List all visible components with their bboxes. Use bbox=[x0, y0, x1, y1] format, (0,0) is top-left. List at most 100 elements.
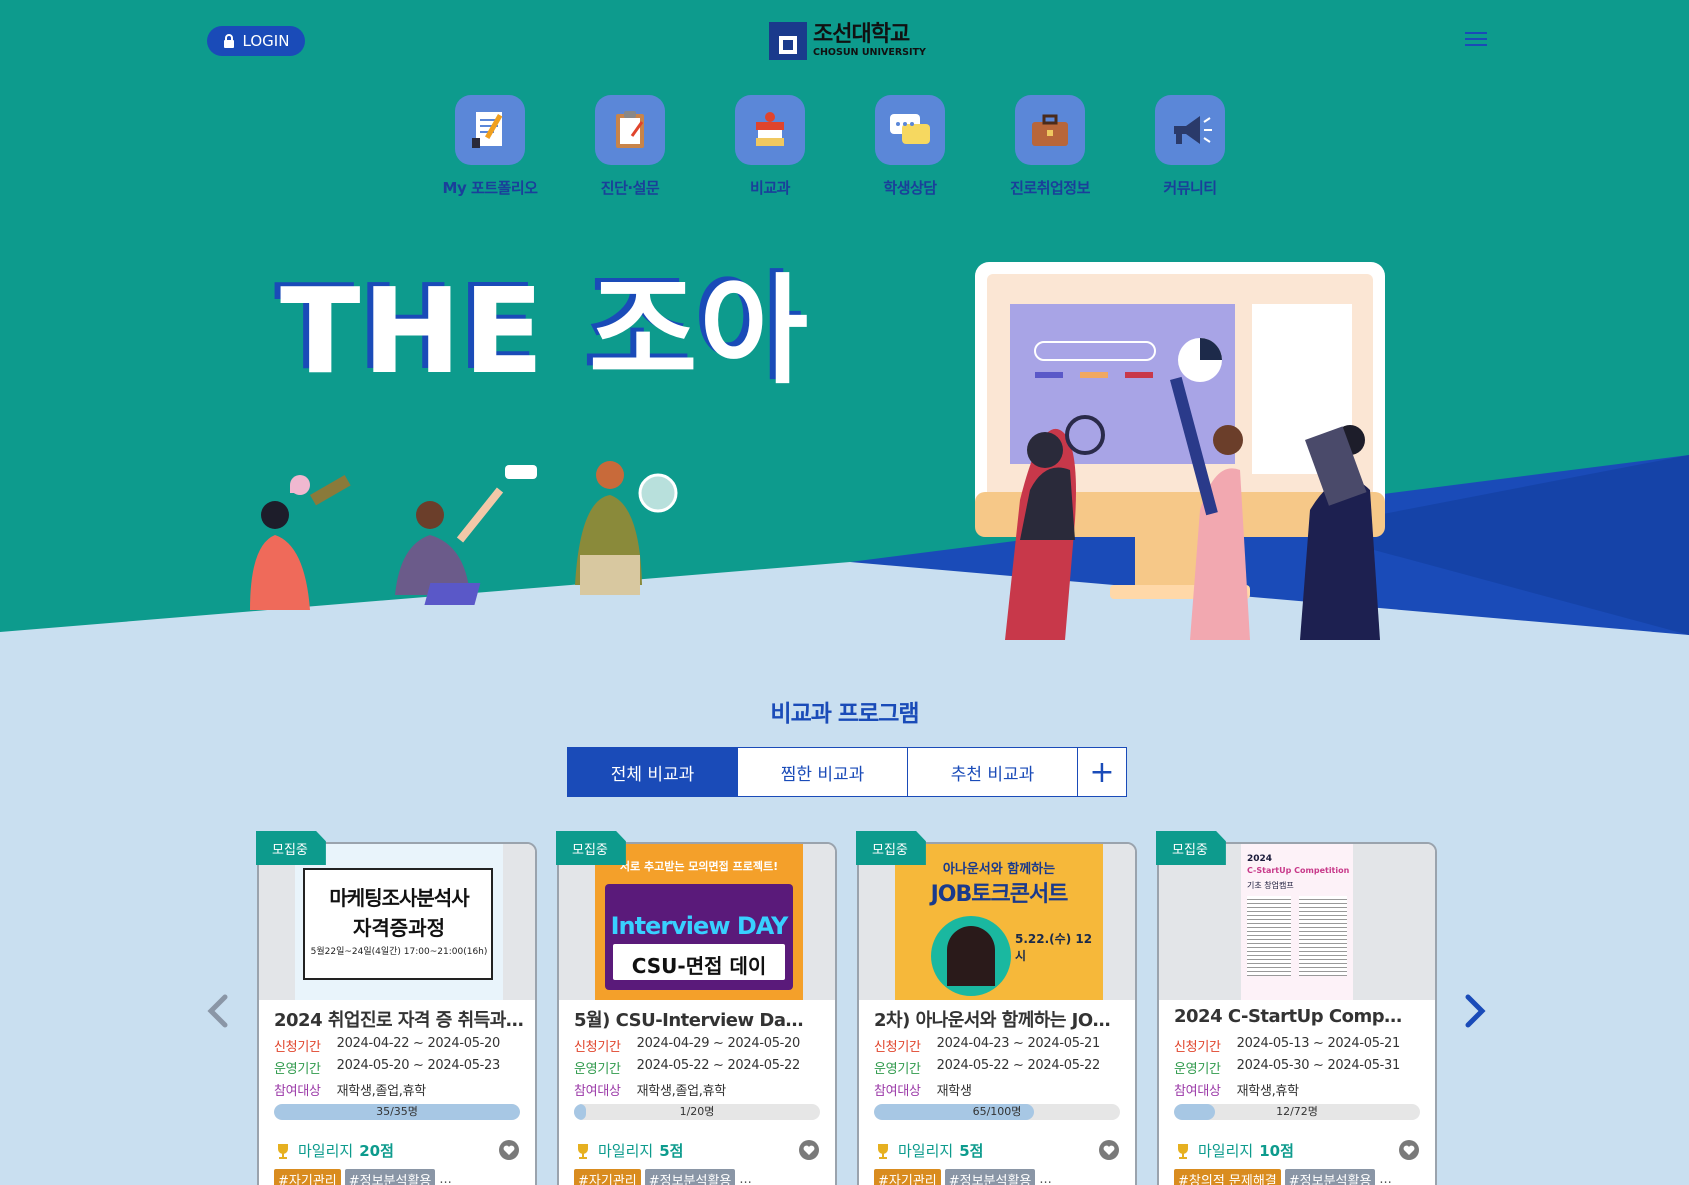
card-thumbnail: 아나운서와 함께하는 JOB토크콘서트 5.22.(수) 12시 bbox=[859, 844, 1135, 1000]
mileage: 마일리지 5점 bbox=[574, 1140, 683, 1161]
heart-icon[interactable] bbox=[1099, 1140, 1119, 1160]
tag[interactable]: #자기관리 bbox=[874, 1169, 941, 1185]
capacity-bar: 1/20명 bbox=[574, 1104, 820, 1120]
login-button[interactable]: LOGIN bbox=[207, 26, 305, 56]
run-label: 운영기간 bbox=[574, 1062, 621, 1077]
tag[interactable]: #정보분석활용 bbox=[1284, 1169, 1376, 1185]
poster-line1: 아나운서와 함께하는 bbox=[942, 862, 1056, 877]
heart-icon[interactable] bbox=[1399, 1140, 1419, 1160]
poster-line3: 5.22.(수) 12시 bbox=[1015, 932, 1093, 963]
capacity-text: 35/35명 bbox=[376, 1105, 418, 1118]
program-card[interactable]: 모집중 2024 C-StartUp Competition 기초 창업캠프 2… bbox=[1156, 831, 1437, 1185]
tag[interactable]: #창의적 문제해결 bbox=[1174, 1169, 1281, 1185]
document-pen-icon bbox=[455, 95, 525, 165]
status-badge: 모집중 bbox=[556, 831, 626, 865]
poster-line3: CSU-면접 데이 bbox=[631, 954, 767, 978]
run-period: 2024-05-22 ~ 2024-05-22 bbox=[936, 1058, 1101, 1073]
quick-item-extracurricular[interactable]: 비교과 bbox=[700, 95, 840, 198]
target-value: 재학생,졸업,휴학 bbox=[336, 1084, 427, 1099]
program-card[interactable]: 모집중 서로 추고받는 모의면접 프로젝트! Interview DAY CSU… bbox=[556, 831, 837, 1185]
mileage-label: 마일리지 bbox=[898, 1142, 954, 1160]
capacity-bar: 35/35명 bbox=[274, 1104, 520, 1120]
capacity-bar: 12/72명 bbox=[1174, 1104, 1420, 1120]
tag[interactable]: #정보분석활용 bbox=[644, 1169, 736, 1185]
hamburger-menu-icon[interactable] bbox=[1465, 32, 1487, 48]
trophy-icon bbox=[1178, 1143, 1188, 1159]
target-label: 참여대상 bbox=[274, 1084, 321, 1099]
tab-favorites[interactable]: 찜한 비교과 bbox=[738, 748, 908, 796]
monitor-illustration bbox=[975, 262, 1385, 640]
poster-line1: 마케팅조사분석사 bbox=[329, 886, 469, 910]
poster-image: 아나운서와 함께하는 JOB토크콘서트 5.22.(수) 12시 bbox=[895, 844, 1103, 1000]
tab-recommended[interactable]: 추천 비교과 bbox=[908, 748, 1078, 796]
quick-menu: My 포트폴리오 진단·설문 비교과 학생상담 진로취업정보 커뮤니티 bbox=[420, 95, 1260, 198]
program-card[interactable]: 모집중 마케팅조사분석사 자격증과정 5월22일~24일(4일간) 17:00~… bbox=[256, 831, 537, 1185]
apply-label: 신청기간 bbox=[1174, 1040, 1221, 1055]
university-logo[interactable]: 조선대학교 CHOSUN UNIVERSITY bbox=[769, 22, 926, 60]
tab-all[interactable]: 전체 비교과 bbox=[568, 748, 738, 796]
target-label: 참여대상 bbox=[574, 1084, 621, 1099]
tag-more: ... bbox=[439, 1172, 452, 1185]
quick-item-portfolio[interactable]: My 포트폴리오 bbox=[420, 95, 560, 198]
target-label: 참여대상 bbox=[1174, 1084, 1221, 1099]
mileage-value: 5점 bbox=[959, 1142, 984, 1160]
tag[interactable]: #정보분석활용 bbox=[344, 1169, 436, 1185]
mileage-value: 10점 bbox=[1259, 1142, 1294, 1160]
tag-list: #자기관리 #정보분석활용 ... bbox=[274, 1169, 452, 1185]
program-card[interactable]: 모집중 아나운서와 함께하는 JOB토크콘서트 5.22.(수) 12시 2차)… bbox=[856, 831, 1137, 1185]
target-value: 재학생 bbox=[936, 1084, 972, 1099]
login-label: LOGIN bbox=[242, 32, 290, 50]
apply-period: 2024-04-23 ~ 2024-05-21 bbox=[936, 1036, 1101, 1051]
more-tab-button[interactable]: + bbox=[1078, 748, 1126, 796]
logo-korean-name: 조선대학교 bbox=[813, 22, 910, 48]
students-illustration bbox=[250, 461, 678, 610]
apply-label: 신청기간 bbox=[874, 1040, 921, 1055]
trophy-icon bbox=[878, 1143, 888, 1159]
capacity-text: 1/20명 bbox=[679, 1105, 715, 1118]
tag-list: #자기관리 #정보분석활용 ... bbox=[574, 1169, 752, 1185]
tag[interactable]: #자기관리 bbox=[274, 1169, 341, 1185]
quick-item-counseling[interactable]: 학생상담 bbox=[840, 95, 980, 198]
apply-label: 신청기간 bbox=[574, 1040, 621, 1055]
quick-label-community: 커뮤니티 bbox=[1163, 179, 1217, 197]
card-title[interactable]: 2차) 아나운서와 함께하는 JO… bbox=[874, 1006, 1124, 1032]
run-period: 2024-05-22 ~ 2024-05-22 bbox=[636, 1058, 801, 1073]
status-badge: 모집중 bbox=[856, 831, 926, 865]
card-title[interactable]: 2024 C-StartUp Comp… bbox=[1174, 1006, 1424, 1027]
mileage-value: 20점 bbox=[359, 1142, 394, 1160]
apply-period: 2024-04-22 ~ 2024-05-20 bbox=[336, 1036, 501, 1051]
tag[interactable]: #정보분석활용 bbox=[944, 1169, 1036, 1185]
target-label: 참여대상 bbox=[874, 1084, 921, 1099]
clipboard-icon bbox=[595, 95, 665, 165]
mileage-value: 5점 bbox=[659, 1142, 684, 1160]
logo-english-name: CHOSUN UNIVERSITY bbox=[813, 47, 926, 59]
tag[interactable]: #자기관리 bbox=[574, 1169, 641, 1185]
heart-icon[interactable] bbox=[799, 1140, 819, 1160]
poster-line2: Interview DAY bbox=[610, 912, 789, 940]
run-period: 2024-05-30 ~ 2024-05-31 bbox=[1236, 1058, 1401, 1073]
quick-item-community[interactable]: 커뮤니티 bbox=[1120, 95, 1260, 198]
quick-label-career: 진로취업정보 bbox=[1010, 179, 1090, 197]
card-thumbnail: 서로 추고받는 모의면접 프로젝트! Interview DAY CSU-면접 … bbox=[559, 844, 835, 1000]
quick-item-survey[interactable]: 진단·설문 bbox=[560, 95, 700, 198]
mileage-label: 마일리지 bbox=[598, 1142, 654, 1160]
quick-label-portfolio: My 포트폴리오 bbox=[442, 179, 538, 197]
run-label: 운영기간 bbox=[1174, 1062, 1221, 1077]
quick-item-career[interactable]: 진로취업정보 bbox=[980, 95, 1120, 198]
quick-label-survey: 진단·설문 bbox=[600, 179, 660, 197]
heart-icon[interactable] bbox=[499, 1140, 519, 1160]
card-title[interactable]: 2024 취업진로 자격 증 취득과… bbox=[274, 1006, 524, 1032]
tag-more: ... bbox=[1039, 1172, 1052, 1185]
next-arrow-icon[interactable] bbox=[1464, 993, 1488, 1029]
poster-line1: 서로 추고받는 모의면접 프로젝트! bbox=[619, 860, 779, 873]
apply-period: 2024-04-29 ~ 2024-05-20 bbox=[636, 1036, 801, 1051]
section-title: 비교과 프로그램 bbox=[770, 701, 919, 727]
card-title[interactable]: 5월) CSU-Interview Da… bbox=[574, 1006, 824, 1032]
hero-title: THE 조아 bbox=[280, 262, 811, 400]
tag-more: ... bbox=[1379, 1172, 1392, 1185]
program-tabs: 전체 비교과 찜한 비교과 추천 비교과 + bbox=[567, 747, 1127, 797]
prev-arrow-icon[interactable] bbox=[205, 993, 229, 1029]
status-badge: 모집중 bbox=[1156, 831, 1226, 865]
books-icon bbox=[735, 95, 805, 165]
poster-line2: JOB토크콘서트 bbox=[930, 882, 1069, 907]
